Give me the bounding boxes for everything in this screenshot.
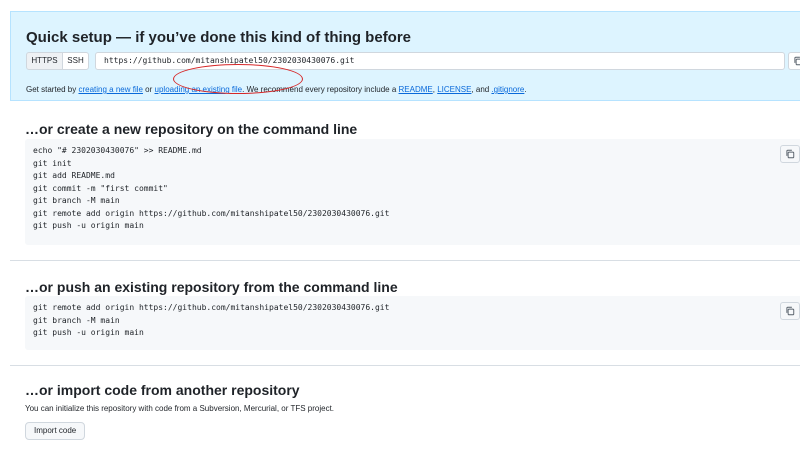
quick-setup-title: Quick setup — if you’ve done this kind o… bbox=[26, 29, 412, 46]
readme-link[interactable]: README bbox=[399, 85, 433, 94]
new-repo-commands[interactable]: echo "# 2302030430076" >> README.md git … bbox=[25, 139, 800, 239]
copy-icon bbox=[786, 306, 795, 316]
copy-new-repo-button[interactable] bbox=[780, 145, 800, 163]
get-started-text: Get started by creating a new file or up… bbox=[26, 85, 527, 94]
new-repo-title: …or create a new repository on the comma… bbox=[25, 121, 358, 137]
copy-icon bbox=[786, 149, 795, 159]
ssh-button[interactable]: SSH bbox=[62, 52, 89, 70]
quick-setup-panel: Quick setup — if you’ve done this kind o… bbox=[10, 11, 800, 101]
push-existing-code-block: git remote add origin https://github.com… bbox=[25, 296, 800, 350]
new-repo-code-block: echo "# 2302030430076" >> README.md git … bbox=[25, 139, 800, 245]
clone-url-row: HTTPS SSH https://github.com/mitanshipat… bbox=[26, 52, 800, 70]
push-existing-section: …or push an existing repository from the… bbox=[10, 261, 800, 364]
create-new-file-link[interactable]: creating a new file bbox=[78, 85, 142, 94]
license-link[interactable]: LICENSE bbox=[437, 85, 471, 94]
copy-push-existing-button[interactable] bbox=[780, 302, 800, 320]
import-code-button[interactable]: Import code bbox=[25, 422, 86, 440]
copy-icon bbox=[794, 56, 800, 66]
import-title: …or import code from another repository bbox=[25, 382, 300, 398]
clone-url-input[interactable]: https://github.com/mitanshipatel50/23020… bbox=[95, 52, 785, 70]
new-repo-section: …or create a new repository on the comma… bbox=[10, 101, 800, 259]
import-description: You can initialize this repository with … bbox=[25, 404, 335, 413]
push-existing-commands[interactable]: git remote add origin https://github.com… bbox=[25, 296, 800, 346]
upload-existing-file-link[interactable]: uploading an existing file bbox=[155, 85, 243, 94]
copy-url-button[interactable] bbox=[788, 52, 800, 70]
import-section: …or import code from another repository … bbox=[10, 366, 800, 452]
gitignore-link[interactable]: .gitignore bbox=[491, 85, 524, 94]
push-existing-title: …or push an existing repository from the… bbox=[25, 279, 398, 295]
https-button[interactable]: HTTPS bbox=[26, 52, 63, 70]
